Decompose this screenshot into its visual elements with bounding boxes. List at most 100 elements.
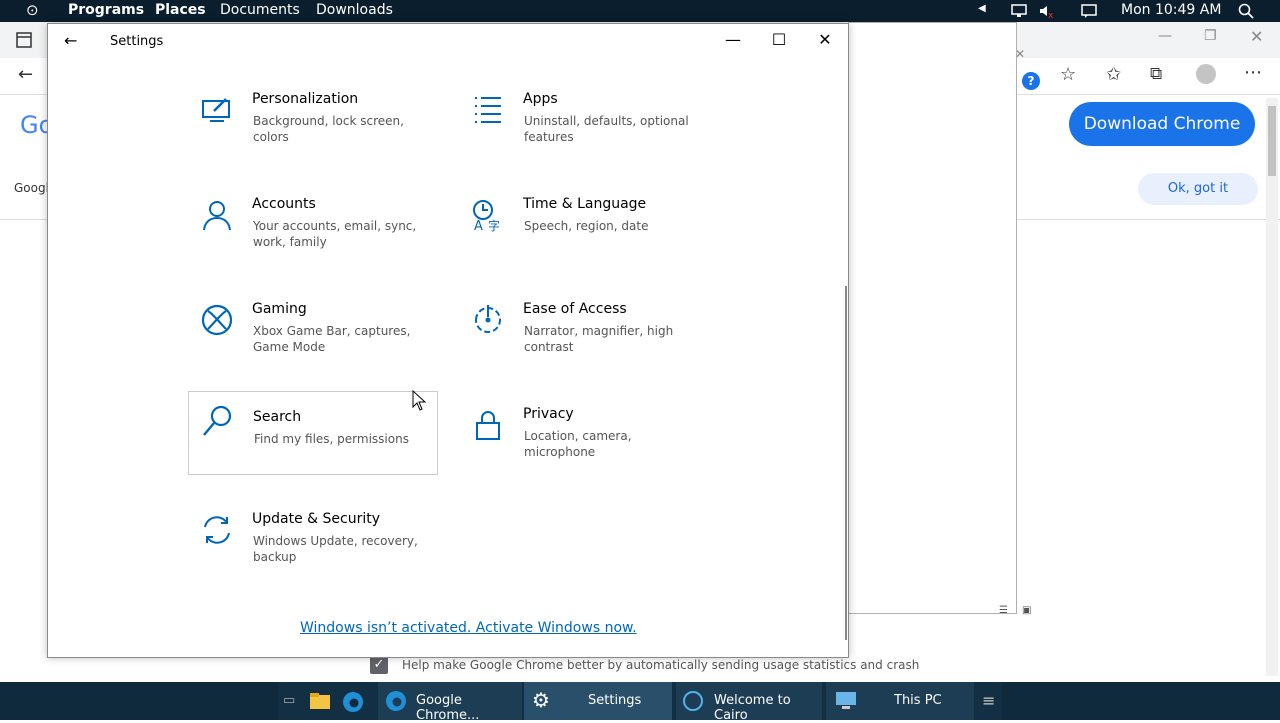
explorer-close-icon[interactable]: ✕ xyxy=(1015,47,1025,61)
edge-icon[interactable] xyxy=(341,690,365,714)
tile-title: Time & Language xyxy=(523,196,647,212)
settings-window: ← Settings — ☐ ✕ Personalization Backgro… xyxy=(47,23,849,658)
personalization-icon xyxy=(202,98,230,122)
ease-of-access-icon xyxy=(475,305,502,333)
back-arrow-icon[interactable]: ← xyxy=(64,31,77,50)
desktop-overview-icon[interactable]: ▭ xyxy=(283,693,295,708)
chrome-minimize-icon[interactable]: — xyxy=(1158,28,1172,44)
search-icon xyxy=(203,405,232,436)
tab-actions-icon[interactable] xyxy=(16,32,32,48)
taskbar-item-settings[interactable]: ⚙ Settings xyxy=(524,682,672,720)
tile-update-security[interactable]: Update & Security Windows Update, recove… xyxy=(188,511,436,593)
download-chrome-button[interactable]: Download Chrome xyxy=(1069,102,1255,146)
tile-apps[interactable]: Apps Uninstall, defaults, optional featu… xyxy=(459,91,707,173)
usage-stats-label: Help make Google Chrome better by automa… xyxy=(402,658,920,672)
details-view-icon[interactable]: ☰ xyxy=(999,605,1008,616)
tile-description: Find my files, permissions xyxy=(254,432,409,446)
taskbar-item-label: This PC xyxy=(894,693,942,708)
profile-avatar[interactable] xyxy=(1196,64,1216,84)
google-label: Googl xyxy=(14,181,49,195)
tile-title: Apps xyxy=(523,91,558,107)
favorites-icon[interactable]: ✩ xyxy=(1106,64,1121,85)
taskbar-item-label: Google Chrome... xyxy=(416,693,480,723)
svg-text:A: A xyxy=(474,219,483,232)
mouse-cursor-icon xyxy=(412,390,426,411)
tile-title: Update & Security xyxy=(252,511,381,527)
tile-privacy[interactable]: Privacy Location, camera, microphone xyxy=(459,406,707,488)
time-language-icon: A字 xyxy=(473,200,500,232)
tile-description: Narrator, magnifier, high contrast xyxy=(524,324,674,354)
tile-title: Ease of Access xyxy=(523,301,627,317)
tile-title: Search xyxy=(253,409,302,425)
collections-icon[interactable]: ⧉ xyxy=(1150,64,1162,84)
edge-icon xyxy=(386,691,406,711)
accounts-icon xyxy=(203,201,231,231)
explorer-content xyxy=(849,23,1016,613)
menu-documents[interactable]: Documents xyxy=(220,2,300,18)
update-icon xyxy=(204,516,230,544)
help-icon[interactable]: ? xyxy=(1022,72,1040,90)
tile-title: Personalization xyxy=(252,91,359,107)
tile-description: Location, camera, microphone xyxy=(524,429,632,459)
tray-arrow-icon[interactable]: ◀ xyxy=(978,3,986,14)
network-icon[interactable] xyxy=(1010,3,1028,19)
chrome-scrollbar[interactable] xyxy=(1266,98,1278,676)
svg-text:x: x xyxy=(1048,11,1054,19)
taskbar: ▭ Google Chrome... ⚙ Settings Welcome to… xyxy=(0,682,1280,723)
tile-title: Accounts xyxy=(252,196,316,212)
volume-muted-icon[interactable]: x xyxy=(1038,3,1056,19)
chrome-scroll-thumb[interactable] xyxy=(1268,106,1276,176)
tile-search[interactable]: Search Find my files, permissions xyxy=(188,391,438,475)
clock[interactable]: Mon 10:49 AM xyxy=(1121,2,1221,18)
gear-icon: ⚙ xyxy=(532,688,550,712)
activate-windows-link[interactable]: Windows isn’t activated. Activate Window… xyxy=(300,620,637,636)
settings-title: Settings xyxy=(110,34,164,49)
taskbar-item-cairo[interactable]: Welcome to Cairo xyxy=(676,682,822,723)
xbox-icon xyxy=(201,304,233,336)
file-explorer-icon[interactable] xyxy=(309,691,331,711)
tile-description: Speech, region, date xyxy=(524,219,649,233)
search-icon[interactable] xyxy=(1238,3,1254,19)
taskbar-item-chrome[interactable]: Google Chrome... xyxy=(378,682,522,723)
file-explorer-window: ☰ ▣ ✕ xyxy=(848,22,1031,616)
lock-icon xyxy=(476,411,500,440)
more-menu-icon[interactable]: ⋯ xyxy=(1244,62,1262,83)
preview-view-icon[interactable]: ▣ xyxy=(1022,605,1031,616)
tile-personalization[interactable]: Personalization Background, lock screen,… xyxy=(188,91,436,173)
tile-ease-of-access[interactable]: Ease of Access Narrator, magnifier, high… xyxy=(459,301,707,383)
menu-downloads[interactable]: Downloads xyxy=(316,2,393,18)
tile-description: Your accounts, email, sync, work, family xyxy=(253,219,417,249)
taskbar-item-label: Welcome to Cairo xyxy=(714,693,791,723)
add-favorite-icon[interactable]: ☆ xyxy=(1060,64,1076,85)
top-menu-bar: ⊙ Programs Places Documents Downloads ◀ … xyxy=(0,0,1280,22)
tile-title: Gaming xyxy=(252,301,307,317)
chrome-restore-icon[interactable]: ❐ xyxy=(1204,28,1217,44)
menu-places[interactable]: Places xyxy=(155,2,206,18)
taskbar-item-label: Settings xyxy=(588,693,642,708)
taskbar-menu-icon[interactable]: ≡ xyxy=(982,691,995,710)
tile-accounts[interactable]: Accounts Your accounts, email, sync, wor… xyxy=(188,196,436,278)
apps-icon xyxy=(475,97,501,123)
settings-scrollbar[interactable] xyxy=(845,286,847,640)
computer-icon xyxy=(836,692,856,709)
tile-description: Windows Update, recovery, backup xyxy=(253,534,418,564)
usage-stats-checkbox[interactable]: ✓ xyxy=(370,656,388,674)
tile-time-language[interactable]: A字 Time & Language Speech, region, date xyxy=(459,196,707,278)
ok-got-it-button[interactable]: Ok, got it xyxy=(1138,173,1258,205)
minimize-button[interactable]: — xyxy=(710,24,756,56)
maximize-button[interactable]: ☐ xyxy=(756,24,802,56)
cairo-icon xyxy=(683,691,703,711)
action-center-icon[interactable] xyxy=(1080,3,1098,19)
menu-programs[interactable]: Programs xyxy=(68,2,144,18)
close-button[interactable]: ✕ xyxy=(802,24,848,56)
tile-description: Xbox Game Bar, captures, Game Mode xyxy=(253,324,411,354)
chrome-close-icon[interactable]: ✕ xyxy=(1250,27,1263,46)
cairo-logo-icon[interactable]: ⊙ xyxy=(26,1,39,19)
tile-description: Uninstall, defaults, optional features xyxy=(524,114,689,144)
tile-title: Privacy xyxy=(523,406,574,422)
tile-description: Background, lock screen, colors xyxy=(253,114,404,144)
taskbar-item-this-pc[interactable]: This PC xyxy=(826,682,974,720)
tile-gaming[interactable]: Gaming Xbox Game Bar, captures, Game Mod… xyxy=(188,301,436,383)
svg-text:字: 字 xyxy=(488,218,500,232)
chrome-back-icon[interactable]: ← xyxy=(18,64,33,85)
